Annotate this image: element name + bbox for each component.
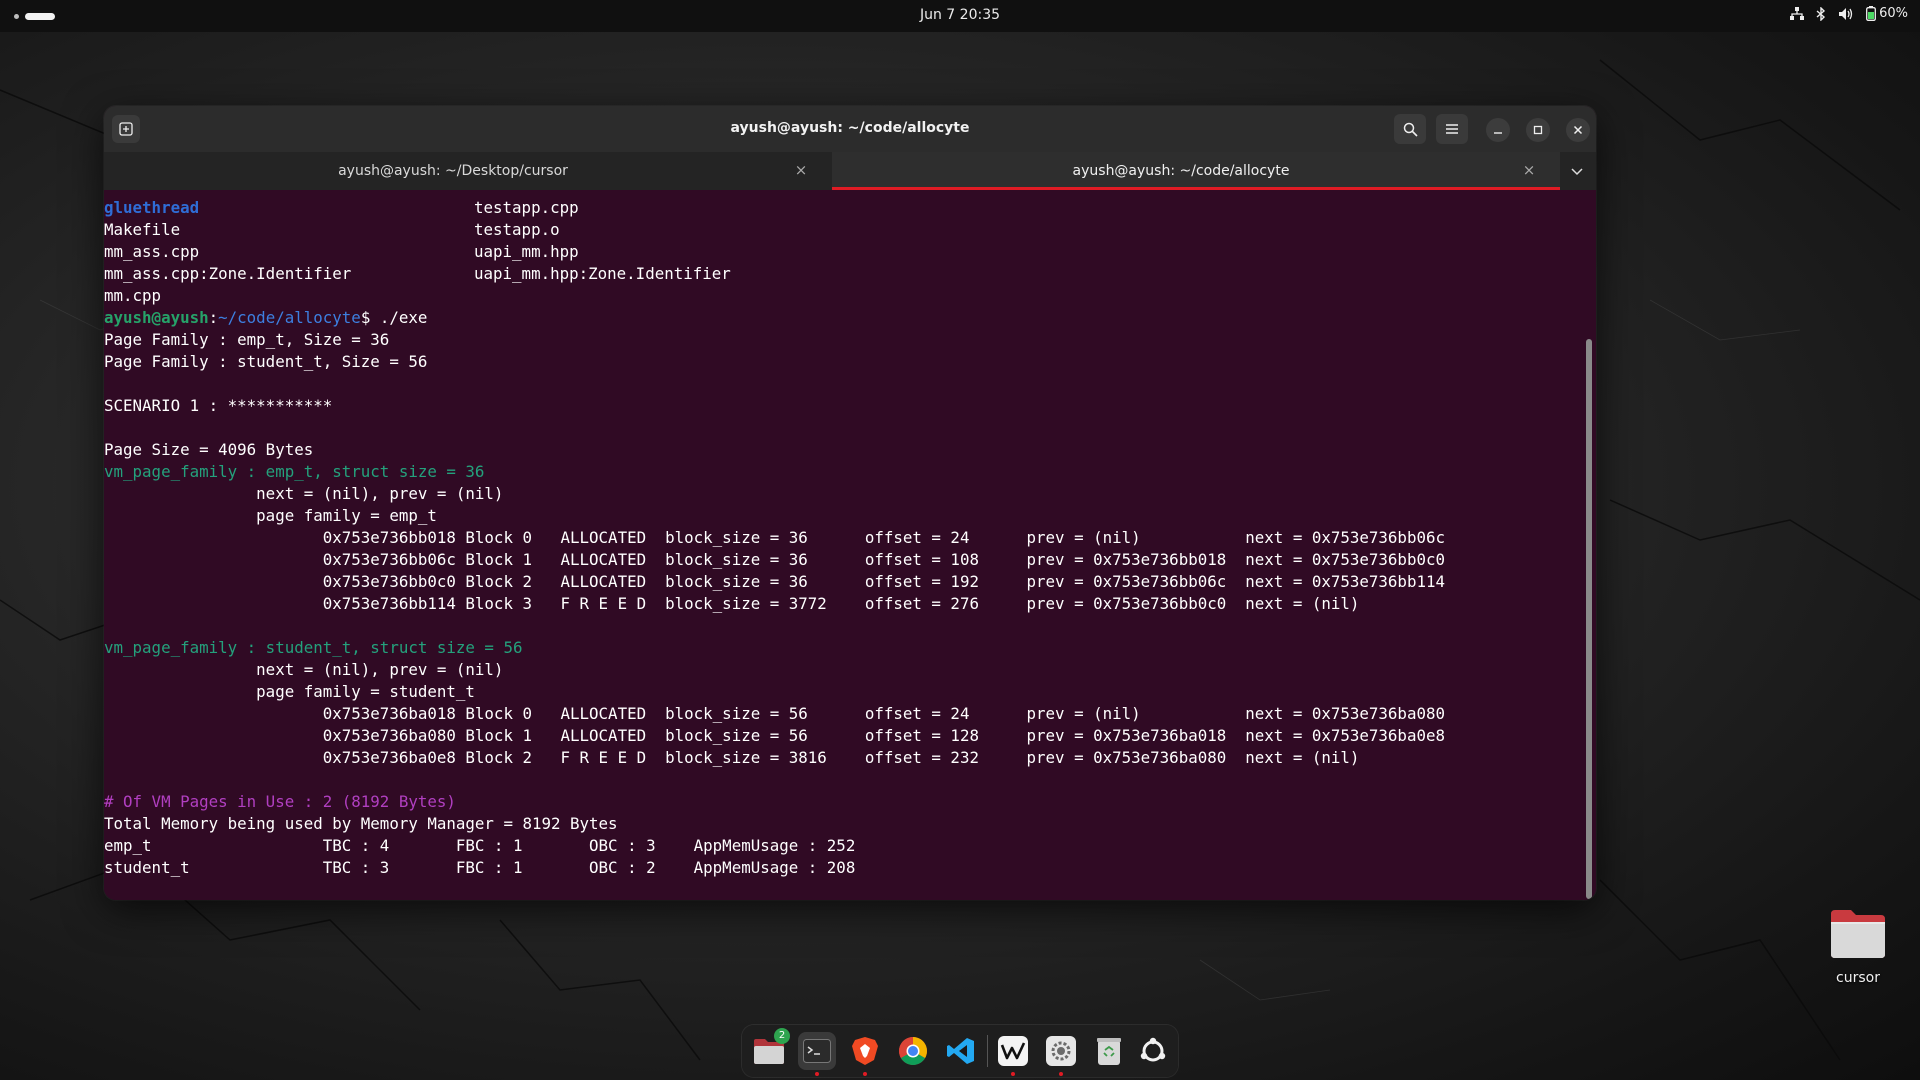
ls-row: mm.cpp [104, 286, 162, 305]
usage-row: student_t TBC : 3 FBC : 1 OBC : 2 AppMem… [104, 858, 856, 877]
running-indicator [1059, 1072, 1063, 1076]
desktop-folder[interactable]: cursor [1822, 906, 1894, 986]
page-size-line: Page Size = 4096 Bytes [104, 440, 314, 459]
output-line: page family = emp_t [104, 506, 437, 525]
dock-trash[interactable] [1090, 1032, 1128, 1070]
tab-bar: ayush@ayush: ~/Desktop/cursor × ayush@ay… [104, 152, 1596, 190]
chevron-down-icon [1571, 168, 1583, 176]
search-button[interactable] [1394, 114, 1426, 144]
dock-chrome[interactable] [894, 1032, 932, 1070]
dock-terminal[interactable] [798, 1032, 836, 1076]
total-memory-line: Total Memory being used by Memory Manage… [104, 814, 618, 833]
ls-row: mm_ass.cpp uapi_mm.hpp [104, 242, 579, 261]
block-line: 0x753e736bb018 Block 0 ALLOCATED block_s… [104, 528, 1445, 547]
tab-code-allocyte[interactable]: ayush@ayush: ~/code/allocyte × [832, 152, 1560, 190]
running-indicator [863, 1072, 867, 1076]
tab-close-icon[interactable]: × [1520, 161, 1538, 179]
close-icon [1573, 125, 1583, 135]
ls-row: mm_ass.cpp:Zone.Identifier uapi_mm.hpp:Zo… [104, 264, 731, 283]
block-line: 0x753e736bb114 Block 3 F R E E D block_s… [104, 594, 1360, 613]
files-badge: 2 [774, 1028, 790, 1044]
dock-vscode[interactable] [942, 1032, 980, 1070]
dock-show-apps[interactable] [1134, 1032, 1172, 1070]
ls-row: gluethread testapp.cpp [104, 198, 579, 217]
network-icon [1790, 6, 1805, 21]
output-line: Page Family : student_t, Size = 56 [104, 352, 428, 371]
tab-label: ayush@ayush: ~/Desktop/cursor [338, 163, 568, 179]
show-apps-icon [1140, 1037, 1166, 1062]
settings-icon [1046, 1036, 1076, 1066]
output-line: next = (nil), prev = (nil) [104, 484, 504, 503]
close-window-button[interactable] [1566, 118, 1590, 142]
bluetooth-icon [1816, 6, 1826, 21]
brave-browser-icon [852, 1037, 878, 1065]
block-line: 0x753e736bb0c0 Block 2 ALLOCATED block_s… [104, 572, 1445, 591]
output-line: next = (nil), prev = (nil) [104, 660, 504, 679]
dock-settings[interactable] [1042, 1032, 1080, 1076]
terminal-window: ayush@ayush: ~/code/allocyte ayush@ayush… [104, 106, 1596, 900]
tab-label: ayush@ayush: ~/code/allocyte [1072, 163, 1290, 179]
scenario-line: SCENARIO 1 : *********** [104, 396, 333, 415]
block-line: 0x753e736bb06c Block 1 ALLOCATED block_s… [104, 550, 1445, 569]
terminal-icon [803, 1039, 831, 1063]
ls-row: Makefile testapp.o [104, 220, 560, 239]
windsurf-icon [998, 1036, 1028, 1066]
battery-icon [1866, 6, 1877, 21]
tab-overflow-button[interactable] [1568, 162, 1586, 180]
maximize-button[interactable] [1526, 118, 1550, 142]
block-line: 0x753e736ba018 Block 0 ALLOCATED block_s… [104, 704, 1445, 723]
tab-close-icon[interactable]: × [792, 161, 810, 179]
dock-files[interactable]: 2 [750, 1028, 790, 1070]
running-indicator [815, 1072, 819, 1076]
terminal-output[interactable]: gluethread testapp.cpp Makefile testapp.o … [104, 190, 1596, 900]
vscode-icon [947, 1038, 974, 1064]
scrollbar[interactable] [1586, 339, 1592, 899]
family-header: vm_page_family : emp_t, struct size = 36 [104, 462, 485, 481]
prompt-line: ayush@ayush:~/code/allocyte$ ./exe [104, 308, 428, 327]
folder-icon [1831, 910, 1885, 958]
dock-separator [987, 1035, 988, 1067]
minimize-icon [1494, 132, 1502, 134]
trash-icon [1097, 1038, 1121, 1065]
volume-icon [1838, 7, 1854, 21]
block-line: 0x753e736ba080 Block 1 ALLOCATED block_s… [104, 726, 1445, 745]
tab-desktop-cursor[interactable]: ayush@ayush: ~/Desktop/cursor × [104, 152, 832, 190]
dock-windsurf[interactable] [994, 1032, 1032, 1076]
clock[interactable]: Jun 7 20:35 [0, 7, 1920, 23]
folder-label: cursor [1836, 970, 1880, 986]
vm-pages-line: # Of VM Pages in Use : 2 (8192 Bytes) [104, 792, 456, 811]
dock: 2 [742, 1025, 1178, 1077]
window-title: ayush@ayush: ~/code/allocyte [730, 120, 970, 136]
block-line: 0x753e736ba0e8 Block 2 F R E E D block_s… [104, 748, 1360, 767]
header-bar: ayush@ayush: ~/code/allocyte [104, 106, 1596, 152]
chrome-icon [899, 1037, 927, 1065]
family-header: vm_page_family : student_t, struct size … [104, 638, 523, 657]
output-line: page family = student_t [104, 682, 475, 701]
running-indicator [1011, 1072, 1015, 1076]
minimize-button[interactable] [1486, 118, 1510, 142]
usage-row: emp_t TBC : 4 FBC : 1 OBC : 3 AppMemUsag… [104, 836, 856, 855]
maximize-icon [1533, 125, 1543, 135]
hamburger-icon [1446, 124, 1458, 134]
menu-button[interactable] [1436, 114, 1468, 144]
dock-brave[interactable] [846, 1032, 884, 1076]
search-icon [1403, 122, 1418, 137]
output-line: Page Family : emp_t, Size = 36 [104, 330, 390, 349]
top-bar: Jun 7 20:35 60% [0, 0, 1920, 32]
battery-percent: 60% [1879, 6, 1908, 21]
system-tray[interactable]: 60% [1790, 6, 1908, 21]
